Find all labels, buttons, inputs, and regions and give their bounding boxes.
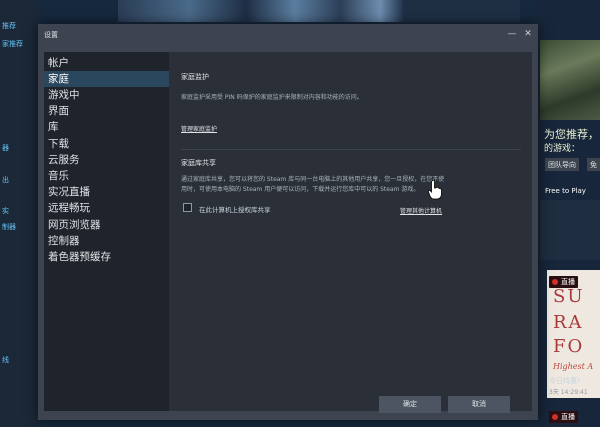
menu-item-controller[interactable]: 控制器 — [44, 233, 169, 249]
poster-title-line: SU — [553, 286, 585, 307]
game-banner-image[interactable] — [118, 0, 403, 22]
family-sharing-description: 通过家庭库共享，您可以将您的 Steam 库与同一台电脑上的其他用户共享，您一旦… — [181, 176, 445, 183]
close-icon[interactable]: ✕ — [521, 27, 535, 41]
settings-content: 家庭监护 家庭监护采用受 PIN 码保护的家庭监护来限制对内容和功能的访问。 管… — [169, 52, 532, 411]
live-badge: 直播 — [549, 276, 578, 288]
menu-item-family[interactable]: 家庭 — [44, 71, 169, 87]
menu-item-account[interactable]: 帐户 — [44, 55, 169, 71]
menu-item-web-browser[interactable]: 网页浏览器 — [44, 217, 169, 233]
nav-link[interactable]: 推荐 — [2, 21, 16, 31]
recommended-game-image[interactable] — [540, 40, 600, 120]
menu-item-remote-play[interactable]: 远程畅玩 — [44, 200, 169, 216]
recommend-title: 为您推荐， — [544, 128, 599, 141]
store-left-nav: 推荐 家推荐 器 出 实 制器 线 — [0, 0, 40, 427]
authorize-sharing-checkbox[interactable] — [183, 203, 192, 212]
family-sharing-description: 用时，可使用本电脑的 Steam 用户便可以访问，下载并运行您库中可以的 Ste… — [181, 186, 420, 193]
tag-button[interactable]: 免 — [587, 158, 600, 171]
nav-link[interactable]: 出 — [2, 175, 9, 185]
menu-item-interface[interactable]: 界面 — [44, 103, 169, 119]
family-view-description: 家庭监护采用受 PIN 码保护的家庭监护来限制对内容和功能的访问。 — [181, 94, 363, 101]
poster-script: Highest A — [553, 362, 594, 371]
nav-link[interactable]: 实 — [2, 206, 9, 216]
nav-link[interactable]: 制器 — [2, 222, 16, 232]
family-sharing-title: 家庭库共享 — [181, 159, 216, 167]
ok-button[interactable]: 确定 — [379, 396, 441, 413]
dialog-title: 设置 — [44, 31, 58, 39]
authorize-sharing-label[interactable]: 在此计算机上授权库共享 — [199, 204, 271, 214]
deal-countdown: 3天 14:29:41 — [549, 389, 588, 396]
hand-cursor-icon — [428, 180, 442, 200]
menu-item-library[interactable]: 库 — [44, 119, 169, 135]
cancel-button[interactable]: 取消 — [448, 396, 510, 413]
nav-link[interactable]: 器 — [2, 143, 9, 153]
poster-title-line: FO — [553, 336, 585, 357]
menu-item-downloads[interactable]: 下载 — [44, 136, 169, 152]
manage-family-view-link[interactable]: 管理家庭监护 — [181, 124, 217, 133]
nav-link[interactable]: 线 — [2, 355, 9, 365]
live-badge: 直播 — [549, 411, 578, 423]
section-divider — [181, 149, 521, 150]
settings-sidebar: 帐户 家庭 游戏中 界面 库 下载 云服务 音乐 实况直播 远程畅玩 网页浏览器… — [44, 52, 169, 411]
menu-item-in-game[interactable]: 游戏中 — [44, 87, 169, 103]
menu-item-broadcasting[interactable]: 实况直播 — [44, 184, 169, 200]
poster-title-line: RA — [553, 312, 584, 333]
minimize-icon[interactable]: — — [505, 27, 519, 41]
store-header-strip — [403, 0, 520, 22]
daily-deal-label: 今日特惠! — [549, 377, 580, 385]
family-view-title: 家庭监护 — [181, 73, 209, 81]
menu-item-shader-cache[interactable]: 着色器预缓存 — [44, 249, 169, 265]
manage-other-computers-link[interactable]: 管理其他计算机 — [400, 206, 442, 215]
store-section-band — [540, 200, 600, 260]
free-to-play-label[interactable]: Free to Play — [545, 187, 586, 195]
dialog-titlebar[interactable]: 设置 — ✕ — [38, 24, 538, 44]
recommend-subtitle: 的游戏： — [544, 144, 581, 154]
menu-item-cloud[interactable]: 云服务 — [44, 152, 169, 168]
settings-dialog: 设置 — ✕ 帐户 家庭 游戏中 界面 库 下载 云服务 音乐 实况直播 远程畅… — [38, 24, 538, 420]
tag-button[interactable]: 团队导向 — [545, 158, 579, 171]
nav-link[interactable]: 家推荐 — [2, 39, 23, 49]
menu-item-music[interactable]: 音乐 — [44, 168, 169, 184]
